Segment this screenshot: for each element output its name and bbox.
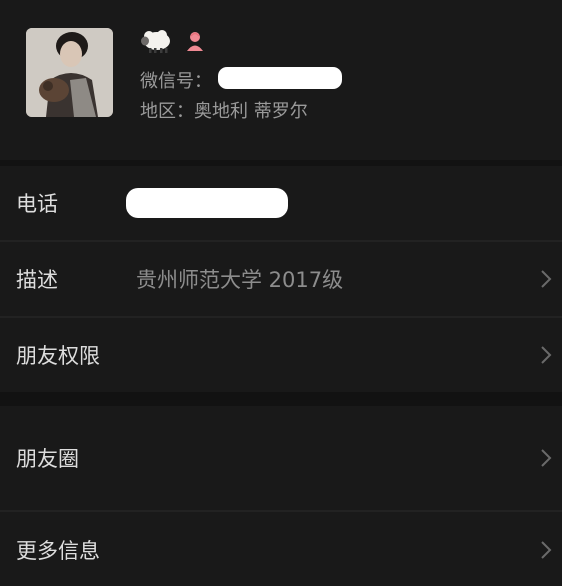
more-info-row[interactable]: 更多信息 xyxy=(0,512,562,586)
chevron-right-icon xyxy=(541,346,552,364)
nickname-row xyxy=(140,26,206,56)
description-value: 贵州师范大学 2017级 xyxy=(136,268,344,292)
description-row[interactable]: 描述 贵州师范大学 2017级 xyxy=(0,242,562,316)
wechat-id-redaction xyxy=(218,67,342,89)
chevron-right-icon xyxy=(541,270,552,288)
region-label: 地区： xyxy=(140,101,194,122)
phone-row[interactable]: 电话 xyxy=(0,166,562,240)
avatar[interactable] xyxy=(26,28,113,117)
wechat-id-label: 微信号： xyxy=(140,71,212,92)
phone-label: 电话 xyxy=(16,192,58,216)
region-line: 地区：奥地利 蒂罗尔 xyxy=(140,97,308,123)
more-info-label: 更多信息 xyxy=(16,539,100,563)
moments-label: 朋友圈 xyxy=(16,447,79,471)
friend-permissions-row[interactable]: 朋友权限 xyxy=(0,318,562,392)
profile-header: 微信号： 地区：奥地利 蒂罗尔 xyxy=(0,0,562,160)
chevron-right-icon xyxy=(541,449,552,467)
sheep-icon xyxy=(141,30,170,53)
friend-permissions-label: 朋友权限 xyxy=(16,344,100,368)
region-value: 奥地利 蒂罗尔 xyxy=(194,101,308,122)
section-divider xyxy=(0,392,562,406)
chevron-right-icon xyxy=(541,541,552,559)
female-icon xyxy=(187,32,203,51)
phone-redaction xyxy=(126,188,288,218)
moments-row[interactable]: 朋友圈 xyxy=(0,406,562,510)
wechat-id-line: 微信号： xyxy=(140,67,212,93)
description-label: 描述 xyxy=(16,268,58,292)
